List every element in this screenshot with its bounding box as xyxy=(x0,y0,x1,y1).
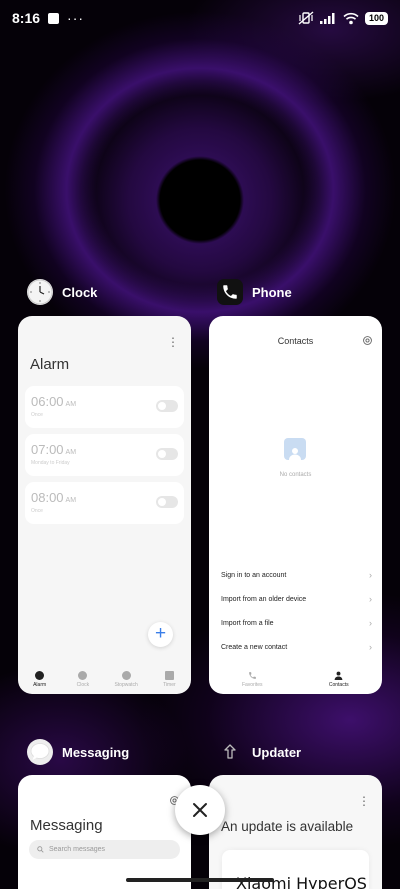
alarm-item[interactable]: 08:00 AM Once xyxy=(25,482,184,524)
more-options-icon[interactable]: ⋮ xyxy=(358,795,370,807)
alarm-item[interactable]: 06:00 AM Once xyxy=(25,386,184,428)
gear-icon[interactable] xyxy=(362,335,373,346)
status-bar: 8:16 ··· 100 xyxy=(0,0,400,36)
home-indicator[interactable] xyxy=(126,878,274,882)
phone-card[interactable]: Contacts No contacts Sign in to an accou… xyxy=(209,316,382,694)
search-input[interactable]: Search messages xyxy=(29,840,180,859)
clock-card[interactable]: ⋮ Alarm 06:00 AM Once 07:00 AM Monday to F… xyxy=(18,316,191,694)
phone-app-icon xyxy=(217,279,243,305)
messaging-title: Messaging xyxy=(30,817,103,834)
chevron-right-icon: › xyxy=(369,618,372,628)
messaging-card[interactable]: Messaging Search messages xyxy=(18,775,191,889)
alarm-repeat: Once xyxy=(31,508,43,514)
app-name-messaging: Messaging xyxy=(62,744,130,760)
nav-alarm[interactable]: Alarm xyxy=(22,671,58,688)
signal-icon xyxy=(319,13,335,24)
vibrate-off-icon xyxy=(298,11,314,25)
search-icon xyxy=(37,846,44,853)
alarm-repeat: Monday to Friday xyxy=(31,460,70,466)
create-contact-link[interactable]: Create a new contact › xyxy=(221,642,372,652)
status-time: 8:16 xyxy=(12,10,41,26)
nav-timer[interactable]: Timer xyxy=(151,671,187,688)
chevron-right-icon: › xyxy=(369,642,372,652)
import-older-device-link[interactable]: Import from an older device › xyxy=(221,594,372,604)
battery-indicator: 100 xyxy=(364,11,388,25)
chevron-right-icon: › xyxy=(369,570,372,580)
app-header-clock[interactable]: Clock xyxy=(27,279,97,305)
chevron-right-icon: › xyxy=(369,594,372,604)
app-header-messaging[interactable]: Messaging xyxy=(27,739,129,765)
wifi-icon xyxy=(343,12,359,24)
alarm-repeat: Once xyxy=(31,412,43,418)
alarm-item[interactable]: 07:00 AM Monday to Friday xyxy=(25,434,184,476)
alarm-time: 07:00 AM xyxy=(31,442,77,457)
clear-all-button[interactable] xyxy=(175,785,225,835)
app-name-updater: Updater xyxy=(252,744,302,760)
app-name-phone: Phone xyxy=(252,284,292,300)
updater-app-icon xyxy=(217,739,243,765)
notification-icon xyxy=(48,12,60,24)
more-options-icon[interactable]: ⋮ xyxy=(167,336,179,348)
clock-icon xyxy=(78,671,88,680)
contact-placeholder-icon xyxy=(284,438,306,460)
add-alarm-button[interactable]: + xyxy=(148,622,173,647)
alarm-icon xyxy=(35,671,45,680)
alarm-toggle[interactable] xyxy=(156,496,178,508)
clock-app-icon xyxy=(27,279,53,305)
nav-stopwatch[interactable]: Stopwatch xyxy=(108,671,144,688)
close-icon xyxy=(193,803,207,817)
stopwatch-icon xyxy=(121,671,131,680)
nav-contacts[interactable]: Contacts xyxy=(321,671,357,688)
hourglass-icon xyxy=(164,671,174,680)
update-title: An update is available xyxy=(221,819,354,834)
app-header-updater[interactable]: Updater xyxy=(217,739,301,765)
alarm-time: 08:00 AM xyxy=(31,490,77,505)
person-icon xyxy=(334,671,343,680)
alarm-time: 06:00 AM xyxy=(31,394,77,409)
app-name-clock: Clock xyxy=(62,284,98,300)
hyperos-banner: Xiaomi HyperOS xyxy=(222,850,369,889)
contacts-title: Contacts xyxy=(277,336,314,346)
app-header-phone[interactable]: Phone xyxy=(217,279,292,305)
alarm-toggle[interactable] xyxy=(156,400,178,412)
messaging-app-icon xyxy=(27,739,53,765)
import-file-link[interactable]: Import from a file › xyxy=(221,618,372,628)
clock-bottom-nav: Alarm Clock Stopwatch Timer xyxy=(18,671,191,688)
phone-bottom-nav: Favorites Contacts xyxy=(209,671,382,688)
alarm-title: Alarm xyxy=(30,356,70,373)
sign-in-link[interactable]: Sign in to an account › xyxy=(221,570,372,580)
updater-card[interactable]: ⋮ An update is available Xiaomi HyperOS xyxy=(209,775,382,889)
more-notifications-icon: ··· xyxy=(67,10,85,26)
empty-state-text: No contacts xyxy=(279,472,312,478)
nav-clock[interactable]: Clock xyxy=(65,671,101,688)
alarm-toggle[interactable] xyxy=(156,448,178,460)
nav-favorites[interactable]: Favorites xyxy=(234,671,270,688)
phone-icon xyxy=(248,672,256,679)
